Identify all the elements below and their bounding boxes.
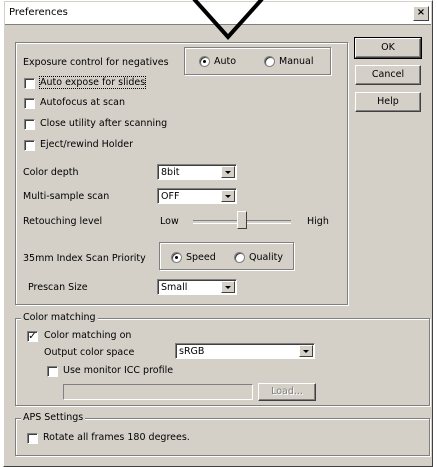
color-depth-select[interactable]: 8bit xyxy=(157,164,237,180)
output-color-space-label: Output color space xyxy=(44,347,135,358)
index-speed-radio[interactable] xyxy=(171,252,182,263)
index-speed-label[interactable]: Speed xyxy=(186,252,216,263)
index-scan-label: 35mm Index Scan Priority xyxy=(23,253,146,264)
retouching-low-label: Low xyxy=(160,216,179,227)
exposure-manual-radio[interactable] xyxy=(264,56,275,67)
close-utility-label[interactable]: Close utility after scanning xyxy=(40,118,167,129)
exposure-auto-label[interactable]: Auto xyxy=(214,56,236,67)
multi-sample-value: OFF xyxy=(161,191,180,202)
checkmark-icon: ✓ xyxy=(28,331,37,342)
load-button[interactable]: Load... xyxy=(258,383,316,401)
window-title: Preferences xyxy=(9,7,68,18)
color-depth-label: Color depth xyxy=(23,167,79,178)
aps-settings-title: APS Settings xyxy=(21,412,86,423)
retouching-slider-thumb[interactable] xyxy=(237,211,247,229)
profile-path-field[interactable] xyxy=(63,384,253,400)
chevron-down-icon xyxy=(192,0,264,40)
eject-holder-checkbox[interactable] xyxy=(24,140,35,151)
preferences-window: Preferences × OK Cancel Help Exposure co… xyxy=(3,0,433,467)
prescan-label: Prescan Size xyxy=(28,282,88,293)
multi-sample-label: Multi-sample scan xyxy=(23,191,110,202)
color-matching-checkbox[interactable]: ✓ xyxy=(27,331,38,342)
color-matching-title: Color matching xyxy=(21,312,98,323)
chevron-down-icon[interactable] xyxy=(221,190,235,202)
retouching-high-label: High xyxy=(307,216,329,227)
ok-button[interactable]: OK xyxy=(354,37,422,59)
cancel-button[interactable]: Cancel xyxy=(355,65,421,85)
output-color-space-select[interactable]: sRGB xyxy=(175,343,315,359)
monitor-icc-checkbox[interactable] xyxy=(47,366,58,377)
rotate-frames-label[interactable]: Rotate all frames 180 degrees. xyxy=(43,432,190,443)
exposure-manual-label[interactable]: Manual xyxy=(279,56,314,67)
chevron-down-icon[interactable] xyxy=(299,345,313,357)
index-quality-radio[interactable] xyxy=(234,252,245,263)
autofocus-label[interactable]: Autofocus at scan xyxy=(40,97,125,108)
output-color-space-value: sRGB xyxy=(179,346,205,357)
close-utility-checkbox[interactable] xyxy=(24,119,35,130)
retouching-label: Retouching level xyxy=(23,216,103,227)
rotate-frames-checkbox[interactable] xyxy=(27,433,38,444)
close-button[interactable]: × xyxy=(413,6,429,21)
exposure-label: Exposure control for negatives xyxy=(23,57,169,68)
prescan-value: Small xyxy=(161,282,188,293)
auto-expose-checkbox[interactable] xyxy=(24,78,35,89)
help-button[interactable]: Help xyxy=(355,92,421,112)
auto-expose-label[interactable]: Auto expose for slides xyxy=(38,76,147,89)
eject-holder-label[interactable]: Eject/rewind Holder xyxy=(40,139,133,150)
autofocus-checkbox[interactable] xyxy=(24,98,35,109)
color-depth-value: 8bit xyxy=(161,167,180,178)
multi-sample-select[interactable]: OFF xyxy=(157,188,237,204)
prescan-select[interactable]: Small xyxy=(157,279,237,295)
chevron-down-icon[interactable] xyxy=(221,281,235,293)
color-matching-label[interactable]: Color matching on xyxy=(44,330,131,341)
index-quality-label[interactable]: Quality xyxy=(249,252,283,263)
monitor-icc-label[interactable]: Use monitor ICC profile xyxy=(63,365,173,376)
exposure-auto-radio[interactable] xyxy=(199,56,210,67)
chevron-down-icon[interactable] xyxy=(221,166,235,178)
